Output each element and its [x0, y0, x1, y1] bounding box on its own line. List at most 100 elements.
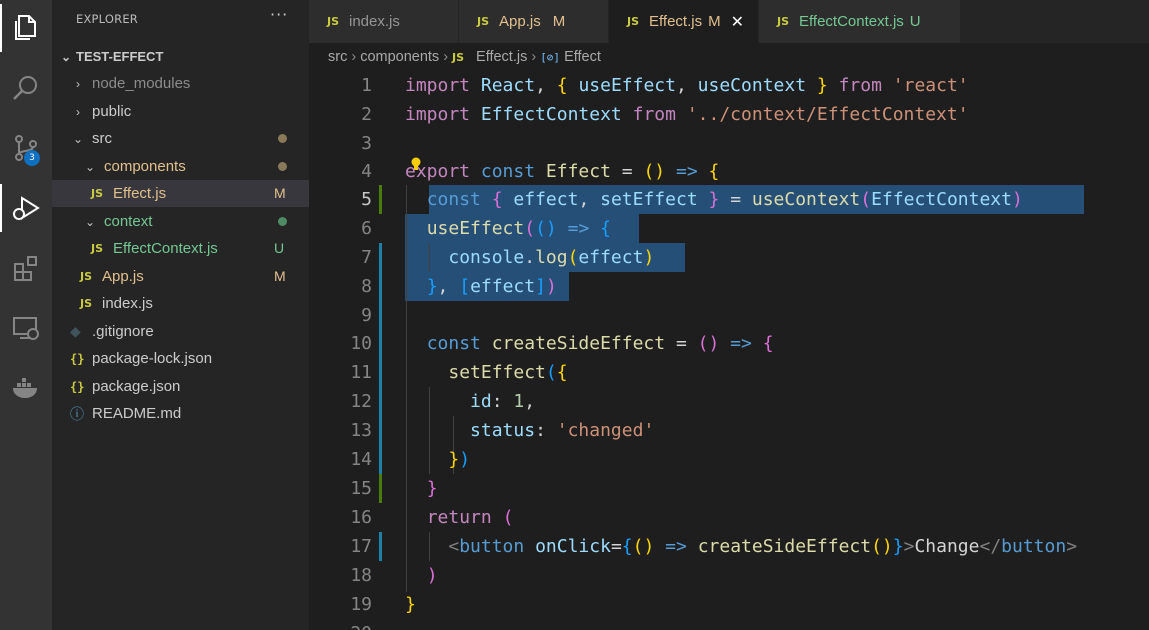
git-modified-marker	[379, 416, 382, 445]
code-text: <button onClick={() => createSideEffect(…	[448, 536, 1078, 557]
git-modified-marker	[379, 358, 382, 387]
tree-item-label: public	[92, 103, 132, 120]
chevron-right-icon: ›	[76, 104, 80, 119]
breadcrumb-symbol[interactable]: Effect	[564, 49, 601, 65]
tree-item-gitignore[interactable]: ◆ .gitignore	[52, 318, 309, 345]
line-number: 17	[350, 536, 372, 557]
breadcrumb-file[interactable]: Effect.js	[476, 49, 527, 65]
tree-item-label: package-lock.json	[92, 350, 213, 367]
code-editor[interactable]: 1 import React, { useEffect, useContext …	[309, 71, 1149, 630]
project-name: TEST-EFFECT	[76, 49, 164, 64]
javascript-file-icon: JS	[80, 297, 93, 310]
chevron-right-icon: ›	[76, 76, 80, 91]
line-number: 20	[309, 619, 372, 630]
javascript-file-icon: JS	[477, 15, 490, 28]
tab-effectcontext-js[interactable]: JS EffectContext.js U	[759, 0, 961, 43]
tree-item-label: EffectContext.js	[113, 240, 218, 257]
code-text: const { effect, setEffect } = useContext…	[426, 189, 1023, 210]
tab-app-js[interactable]: JS App.js M	[459, 0, 609, 43]
modified-flag: M	[708, 13, 721, 30]
line-number: 6	[361, 218, 372, 239]
code-text: import EffectContext from '../context/Ef…	[405, 104, 969, 125]
tree-item-effect-js[interactable]: JS Effect.js M	[52, 180, 309, 207]
code-line: 4 export const Effect = () => {	[309, 157, 1149, 186]
tree-item-app-js[interactable]: JS App.js M	[52, 263, 309, 290]
code-text: console.log(effect)	[448, 247, 655, 268]
code-line: 14 })	[309, 445, 1149, 474]
tree-item-label: node_modules	[92, 75, 191, 92]
line-number: 15	[350, 478, 372, 499]
extensions-icon[interactable]	[0, 244, 52, 292]
chevron-right-icon: ›	[443, 49, 449, 65]
tree-item-node-modules[interactable]: › node_modules	[52, 70, 309, 97]
code-text: import React, { useEffect, useContext } …	[405, 75, 969, 96]
code-line: 13 status: 'changed'	[309, 416, 1149, 445]
docker-icon[interactable]	[0, 364, 52, 412]
javascript-file-icon: JS	[777, 15, 790, 28]
explorer-icon[interactable]	[0, 4, 52, 52]
git-modified-marker	[379, 532, 382, 561]
remote-explorer-icon[interactable]	[0, 304, 52, 352]
untracked-flag: U	[274, 240, 285, 256]
breadcrumb-components[interactable]: components	[360, 49, 439, 65]
source-control-icon[interactable]: 3	[0, 124, 52, 172]
git-added-marker	[379, 474, 382, 503]
modified-flag: M	[274, 268, 286, 284]
tab-label: Effect.js	[649, 13, 703, 30]
code-line: 2 import EffectContext from '../context/…	[309, 100, 1149, 129]
tree-item-src[interactable]: ⌄ src	[52, 125, 309, 152]
line-number: 11	[350, 362, 372, 383]
close-icon[interactable]: ✕	[731, 12, 744, 32]
explorer-sidebar: EXPLORER ··· ⌄ TEST-EFFECT › node_module…	[52, 0, 309, 630]
chevron-right-icon: ›	[351, 49, 357, 65]
tree-item-package-json[interactable]: {} package.json	[52, 373, 309, 400]
run-debug-icon[interactable]	[0, 184, 52, 232]
tab-effect-js[interactable]: JS Effect.js M ✕	[609, 0, 759, 43]
git-modified-marker	[379, 387, 382, 416]
line-number: 9	[361, 305, 372, 326]
tree-item-label: README.md	[92, 405, 182, 422]
code-text: })	[448, 449, 471, 470]
modified-dot	[278, 162, 287, 171]
code-line: 7 console.log(effect)	[309, 243, 1149, 272]
chevron-down-icon: ⌄	[84, 214, 96, 229]
javascript-file-icon: JS	[80, 270, 93, 283]
code-line: 3	[309, 129, 1149, 158]
tab-index-js[interactable]: JS index.js	[309, 0, 459, 43]
code-line: 16 return (	[309, 503, 1149, 532]
line-number: 4	[361, 161, 372, 182]
tree-item-index-js[interactable]: JS index.js	[52, 290, 309, 317]
tree-item-effectcontext-js[interactable]: JS EffectContext.js U	[52, 235, 309, 262]
tree-item-package-lock-json[interactable]: {} package-lock.json	[52, 345, 309, 372]
code-line: 6 useEffect(() => {	[309, 214, 1149, 243]
breadcrumb-src[interactable]: src	[328, 49, 347, 65]
code-text: id: 1,	[470, 391, 536, 412]
line-number: 2	[361, 104, 372, 125]
tree-item-label: src	[92, 130, 112, 147]
tree-item-label: package.json	[92, 378, 181, 395]
tree-item-label: context	[104, 213, 153, 230]
editor-tabs: JS index.js JS App.js M JS Effect.js M ✕…	[309, 0, 1149, 43]
code-text: useEffect(() => {	[426, 218, 611, 239]
modified-dot	[278, 134, 287, 143]
tree-item-label: Effect.js	[113, 185, 167, 202]
tree-item-context[interactable]: ⌄ context	[52, 208, 309, 235]
line-number: 3	[361, 133, 372, 154]
code-text: export const Effect = () => {	[405, 161, 720, 182]
code-text: }	[426, 478, 438, 499]
tree-item-public[interactable]: › public	[52, 98, 309, 125]
tree-item-components[interactable]: ⌄ components	[52, 153, 309, 180]
project-folder[interactable]: ⌄ TEST-EFFECT	[52, 43, 309, 70]
javascript-file-icon: JS	[627, 15, 640, 28]
javascript-file-icon: JS	[91, 242, 104, 255]
tree-item-label: App.js	[102, 268, 144, 285]
chevron-right-icon: ›	[531, 49, 537, 65]
code-line: 5 const { effect, setEffect } = useConte…	[309, 185, 1149, 214]
code-text: }	[405, 594, 416, 615]
more-actions-button[interactable]: ···	[270, 5, 288, 24]
search-icon[interactable]	[0, 64, 52, 112]
explorer-title: EXPLORER	[76, 12, 138, 26]
scm-badge: 3	[24, 150, 40, 166]
json-file-icon: {}	[70, 379, 85, 394]
tree-item-readme-md[interactable]: ⓘ README.md	[52, 400, 309, 427]
